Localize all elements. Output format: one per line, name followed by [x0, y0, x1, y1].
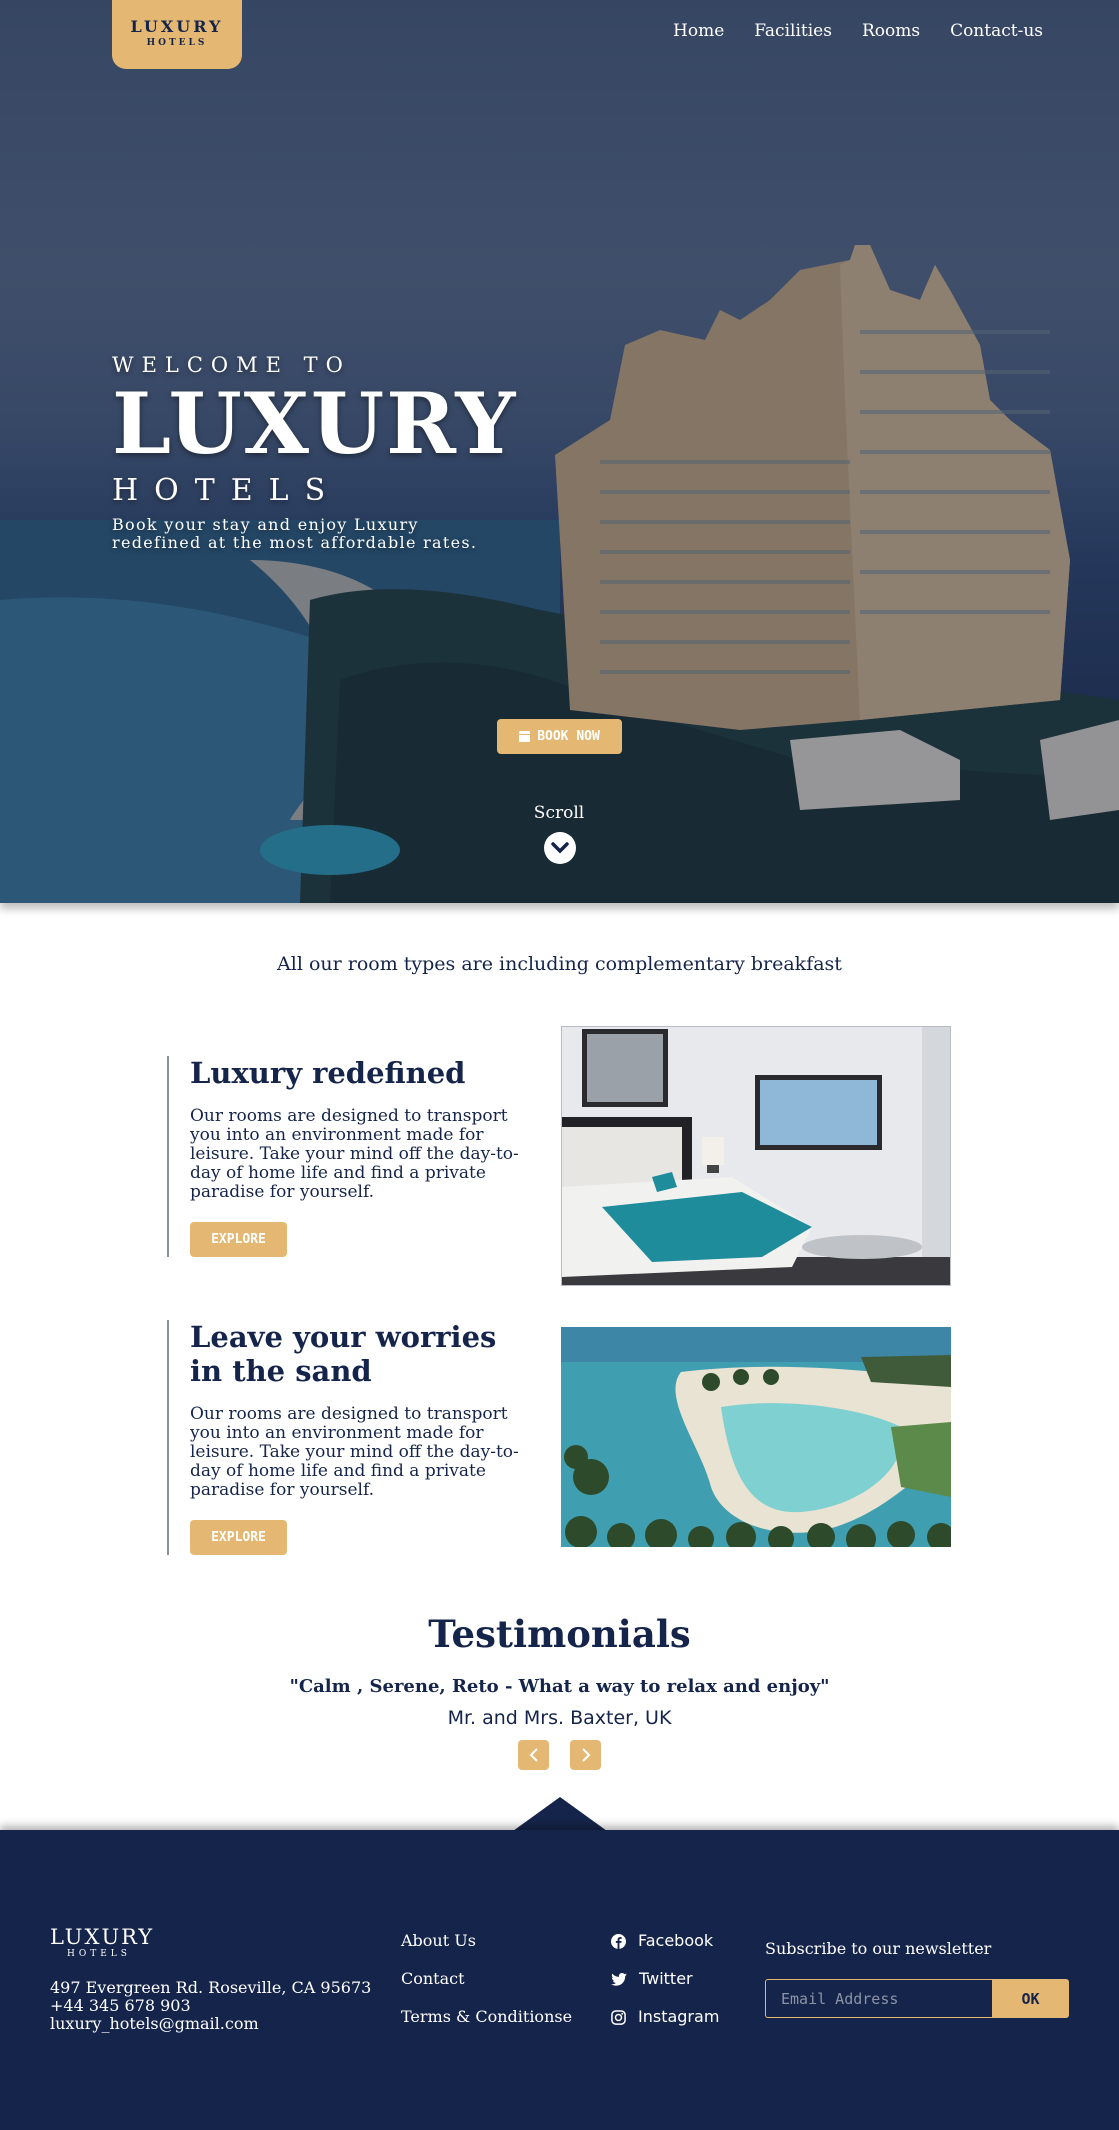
feature-title: Luxury redefined: [190, 1056, 466, 1090]
nav-facilities[interactable]: Facilities: [754, 21, 832, 41]
next-testimonial-button[interactable]: [570, 1740, 601, 1770]
book-now-button[interactable]: BOOK NOW: [497, 719, 622, 754]
testimonial-quote: "Calm , Serene, Reto - What a way to rel…: [289, 1676, 830, 1697]
footer-logo-name: LUXURY: [50, 1925, 155, 1949]
chevron-down-icon[interactable]: [544, 832, 576, 864]
twitter-icon: [611, 1972, 627, 1986]
newsletter-email-input[interactable]: [765, 1979, 992, 2018]
chevron-left-icon: [529, 1748, 538, 1762]
bedroom-image: [561, 1026, 951, 1286]
beach-image: [561, 1327, 951, 1547]
footer-notch: [513, 1797, 607, 1831]
nav-home[interactable]: Home: [673, 21, 724, 41]
prev-testimonial-button[interactable]: [518, 1740, 549, 1770]
feature-luxury: Luxury redefined Our rooms are designed …: [167, 1056, 535, 1257]
footer-link-contact[interactable]: Contact: [401, 1969, 572, 1989]
nav-rooms[interactable]: Rooms: [862, 21, 920, 41]
footer-links: About Us Contact Terms & Conditionse: [401, 1931, 572, 2027]
footer-link-about[interactable]: About Us: [401, 1931, 572, 1951]
hero-text: WELCOME TO LUXURY HOTELS Book your stay …: [112, 353, 517, 552]
footer-logo-sub: HOTELS: [67, 1949, 131, 1959]
footer-address: 497 Evergreen Rd. Roseville, CA 95673: [50, 1978, 372, 1997]
footer-social: Facebook Twitter Instagram: [611, 1931, 719, 2027]
calendar-icon: [519, 731, 531, 742]
hero-title: LUXURY: [112, 374, 518, 473]
instagram-icon: [611, 2009, 626, 2025]
testimonials-title: Testimonials: [428, 1612, 691, 1656]
feature-text: Our rooms are designed to transport you …: [190, 1106, 519, 1202]
book-now-label: BOOK NOW: [537, 729, 600, 744]
footer-phone: +44 345 678 903: [50, 1996, 191, 2015]
scroll-label: Scroll: [533, 803, 585, 823]
logo-name: LUXURY: [130, 17, 224, 36]
facebook-icon: [611, 1933, 626, 1949]
social-twitter[interactable]: Twitter: [611, 1969, 719, 1989]
chevron-right-icon: [581, 1748, 590, 1762]
explore-button[interactable]: EXPLORE: [190, 1520, 287, 1555]
footer-contact: 497 Evergreen Rd. Roseville, CA 95673 +4…: [50, 1979, 371, 2033]
explore-button[interactable]: EXPLORE: [190, 1222, 287, 1257]
feature-text: Our rooms are designed to transport you …: [190, 1404, 519, 1500]
newsletter-ok-button[interactable]: OK: [992, 1979, 1069, 2018]
breakfast-note: All our room types are including complem…: [277, 953, 842, 975]
social-instagram[interactable]: Instagram: [611, 2007, 719, 2027]
newsletter-form: OK: [765, 1979, 1069, 2018]
newsletter-title: Subscribe to our newsletter: [765, 1939, 992, 1958]
hero-description: Book your stay and enjoy Luxury redefine…: [112, 515, 478, 552]
footer-email: luxury_hotels@gmail.com: [50, 2014, 259, 2033]
social-label: Instagram: [638, 2007, 720, 2026]
feature-sand: Leave your worries in the sand Our rooms…: [167, 1320, 535, 1555]
social-label: Facebook: [638, 1931, 714, 1950]
logo-sub: HOTELS: [146, 38, 208, 48]
footer-logo[interactable]: LUXURY HOTELS: [50, 1925, 154, 1959]
nav-contact[interactable]: Contact-us: [950, 21, 1043, 41]
feature-title: Leave your worries in the sand: [190, 1320, 497, 1388]
social-facebook[interactable]: Facebook: [611, 1931, 719, 1951]
hero-subtitle: HOTELS: [112, 473, 342, 508]
social-label: Twitter: [639, 1969, 693, 1988]
testimonial-author: Mr. and Mrs. Baxter, UK: [447, 1707, 672, 1729]
logo[interactable]: LUXURY HOTELS: [112, 0, 242, 69]
footer-link-terms[interactable]: Terms & Conditionse: [401, 2007, 572, 2027]
main-nav: Home Facilities Rooms Contact-us: [673, 21, 1043, 41]
